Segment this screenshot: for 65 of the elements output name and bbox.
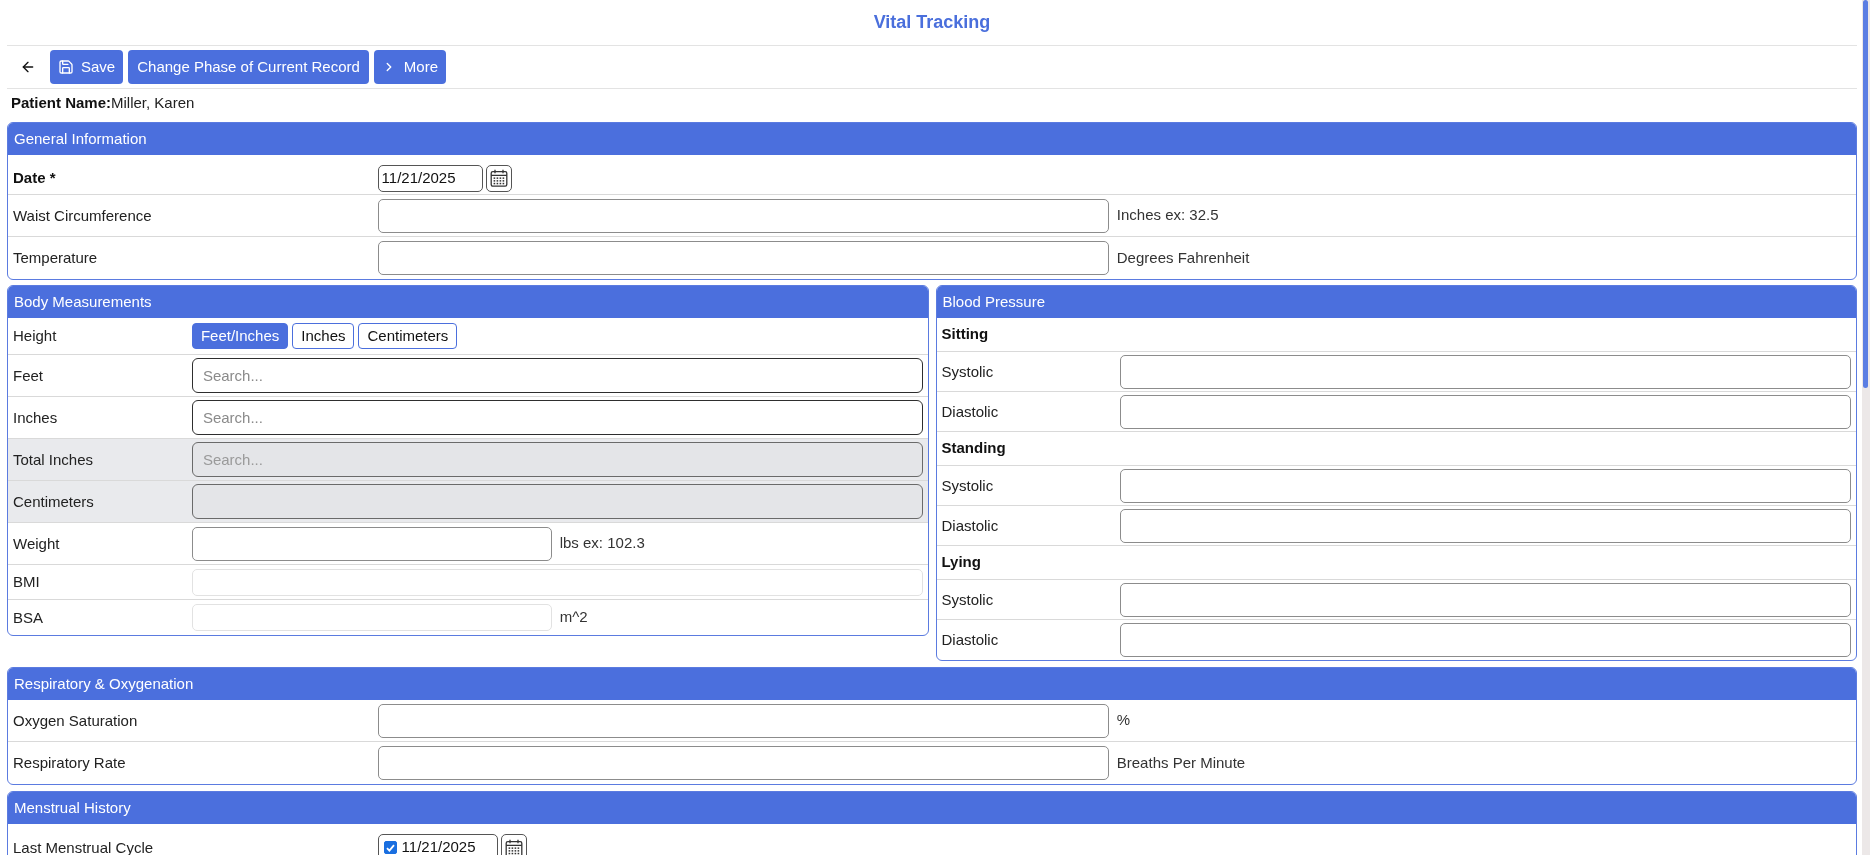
text-field[interactable] [1120,394,1851,429]
text-field[interactable] [191,526,552,561]
patient-name-label: Patient Name: [11,93,112,114]
unit-option[interactable]: Centimeters [358,323,458,349]
field-label: BMI [13,573,40,590]
page-title: Vital Tracking [873,11,991,34]
patient-name-value: Miller, Karen [111,93,195,114]
panel-title: Respiratory & Oxygenation [14,673,194,694]
unit-hint: m^2 [559,607,588,628]
text-field[interactable] [1120,354,1851,389]
field-label: Waist Circumference [13,206,152,224]
field-label: Weight [13,534,60,552]
position-heading: Lying [941,552,981,573]
field-label: Systolic [941,590,994,608]
text-field[interactable] [1120,508,1851,543]
text-field[interactable] [377,198,1109,233]
unit-hint: Breaths Per Minute [1116,752,1246,773]
field-label: BSA [13,608,43,626]
scrollbar-thumb[interactable] [1863,0,1868,388]
date-field[interactable]: 11/21/2025 [377,834,498,855]
text-field[interactable] [1120,468,1851,503]
text-field[interactable] [377,703,1109,738]
field-label: Oxygen Saturation [13,711,138,729]
position-heading: Standing [941,438,1006,459]
field-label: Diastolic [941,402,999,420]
toolbar-button[interactable]: Change Phase of Current Record [128,50,369,84]
calendar-button[interactable] [500,834,527,855]
check-icon [385,843,395,852]
field-label: Diastolic [941,631,999,648]
field-label: Systolic [941,362,994,380]
text-field[interactable] [1120,582,1851,617]
field-label: Temperature [13,249,98,266]
unit-option[interactable]: Feet/Inches [191,323,289,349]
unit-hint: Degrees Fahrenheit [1116,247,1250,268]
panel-title: Body Measurements [14,291,152,312]
date-field[interactable]: 11/21/2025 [377,164,483,192]
checkbox[interactable] [383,841,397,854]
text-field[interactable] [1120,623,1851,657]
field-label: Centimeters [13,492,94,510]
text-field[interactable] [377,746,1109,780]
field-label: Date * [13,169,56,186]
field-label: Respiratory Rate [13,754,126,771]
position-heading: Sitting [941,324,989,345]
field-label: Height [13,327,57,344]
panel-title: General Information [14,128,147,149]
text-field[interactable] [377,241,1109,275]
field-label: Feet [13,366,43,384]
unit-option[interactable]: Inches [292,323,355,349]
field-label: Diastolic [941,516,999,534]
search-field[interactable]: Search... [191,400,923,435]
panel-title: Blood Pressure [942,291,1046,312]
unit-hint: Inches ex: 32.5 [1116,205,1219,226]
unit-hint: lbs ex: 102.3 [559,533,645,554]
calendar-icon [504,838,523,855]
save-button[interactable]: Save [50,50,124,84]
panel-title: Menstrual History [14,797,131,818]
field-label: Last Menstrual Cycle [13,838,154,855]
unit-hint: % [1116,710,1131,731]
field-label: Systolic [941,476,994,494]
calendar-button[interactable] [485,164,512,192]
more-button[interactable]: More [373,50,447,84]
calendar-icon [489,169,508,187]
field-label: Total Inches [13,450,94,468]
field-label: Inches [13,408,58,426]
search-field[interactable]: Search... [191,358,923,393]
